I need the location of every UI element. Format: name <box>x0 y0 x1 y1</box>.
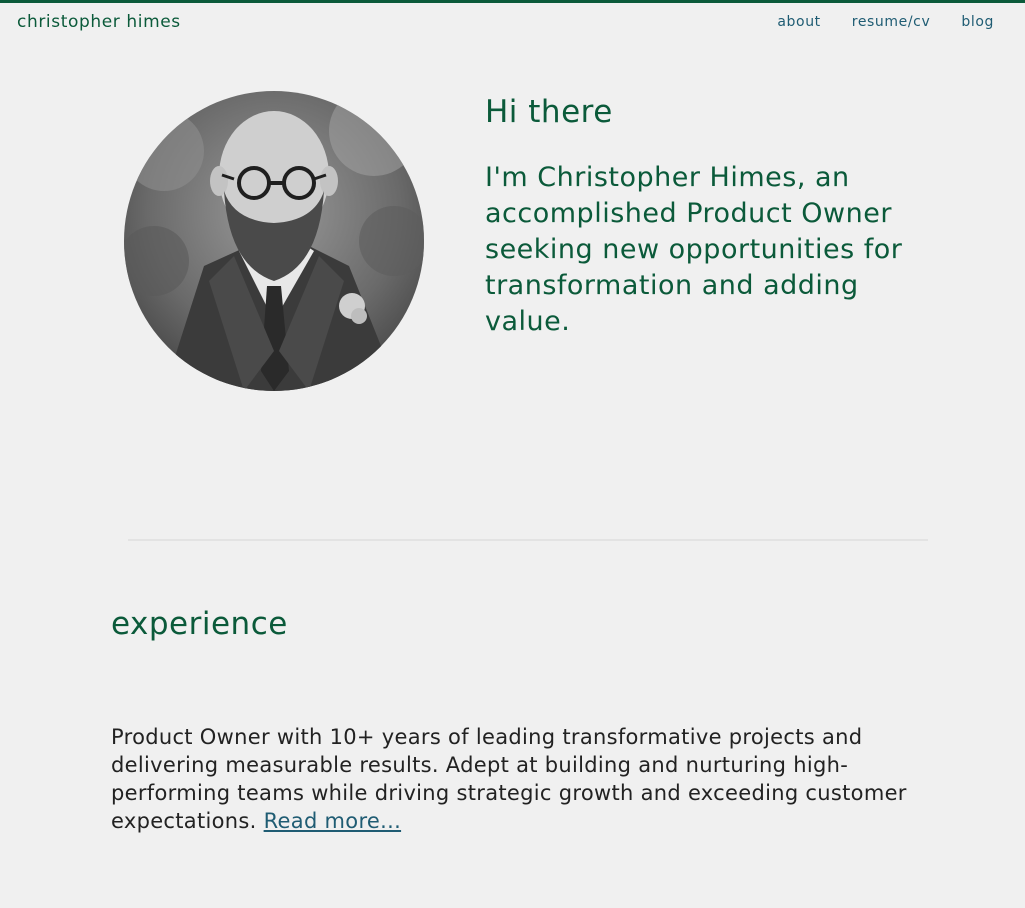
hero-greeting: Hi there <box>485 94 613 130</box>
top-navigation: christopher himes about resume/cv blog <box>0 3 1025 43</box>
experience-summary-text: Product Owner with 10+ years of leading … <box>111 725 907 833</box>
read-more-link[interactable]: Read more... <box>264 809 401 833</box>
profile-photo <box>124 91 424 391</box>
nav-links: about resume/cv blog <box>777 14 994 30</box>
nav-link-about[interactable]: about <box>777 14 820 30</box>
site-brand-link[interactable]: christopher himes <box>17 12 181 32</box>
nav-link-resume[interactable]: resume/cv <box>852 14 931 30</box>
section-divider <box>128 539 928 541</box>
nav-link-blog[interactable]: blog <box>961 14 994 30</box>
hero-text: Hi there I'm Christopher Himes, an accom… <box>485 92 915 340</box>
experience-summary: Product Owner with 10+ years of leading … <box>111 723 911 835</box>
experience-heading: experience <box>111 606 288 642</box>
hero-intro: I'm Christopher Himes, an accomplished P… <box>485 162 903 337</box>
